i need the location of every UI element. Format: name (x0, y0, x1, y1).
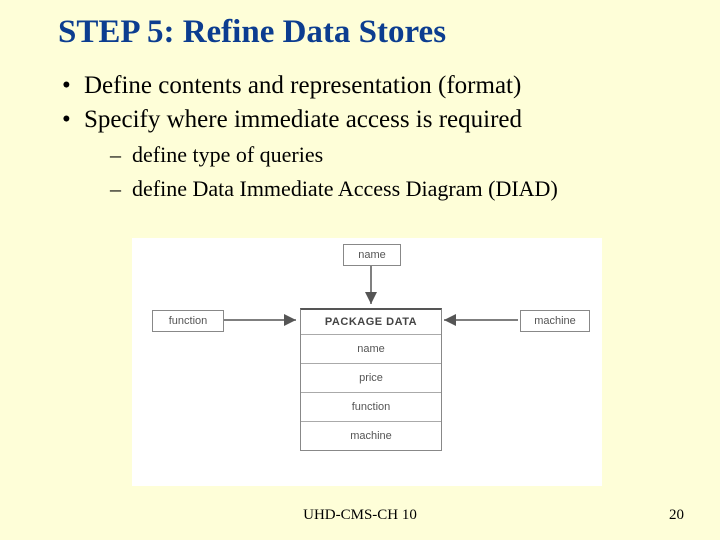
diagram-stack-row: machine (301, 422, 441, 450)
bullet-item: •Specify where immediate access is requi… (62, 106, 680, 134)
bullet-marker: • (62, 106, 84, 134)
diagram-box-right: machine (520, 310, 590, 332)
sub-bullet-item: –define type of queries (110, 142, 680, 168)
diagram-stack: PACKAGE DATA name price function machine (300, 308, 442, 451)
slide-number: 20 (669, 507, 684, 524)
diagram-box-left: function (152, 310, 224, 332)
diagram-stack-row: name (301, 335, 441, 364)
footer-source: UHD-CMS-CH 10 (0, 507, 720, 524)
bullet-list: •Define contents and representation (for… (62, 72, 680, 202)
diagram-stack-header: PACKAGE DATA (301, 310, 441, 335)
bullet-text: Define contents and representation (form… (84, 72, 521, 99)
diagram: name function machine PACKAGE DATA name … (132, 238, 602, 486)
bullet-text: Specify where immediate access is requir… (84, 106, 522, 133)
diagram-box-top: name (343, 244, 401, 266)
sub-bullet-marker: – (110, 176, 132, 202)
bullet-marker: • (62, 72, 84, 100)
slide-title: STEP 5: Refine Data Stores (58, 14, 446, 51)
bullet-item: •Define contents and representation (for… (62, 72, 680, 100)
sub-bullet-item: –define Data Immediate Access Diagram (D… (110, 176, 680, 202)
sub-bullet-marker: – (110, 142, 132, 168)
sub-bullet-text: define type of queries (132, 142, 323, 167)
slide: STEP 5: Refine Data Stores •Define conte… (0, 0, 720, 540)
diagram-stack-row: price (301, 364, 441, 393)
diagram-stack-row: function (301, 393, 441, 422)
sub-bullet-text: define Data Immediate Access Diagram (DI… (132, 176, 558, 201)
